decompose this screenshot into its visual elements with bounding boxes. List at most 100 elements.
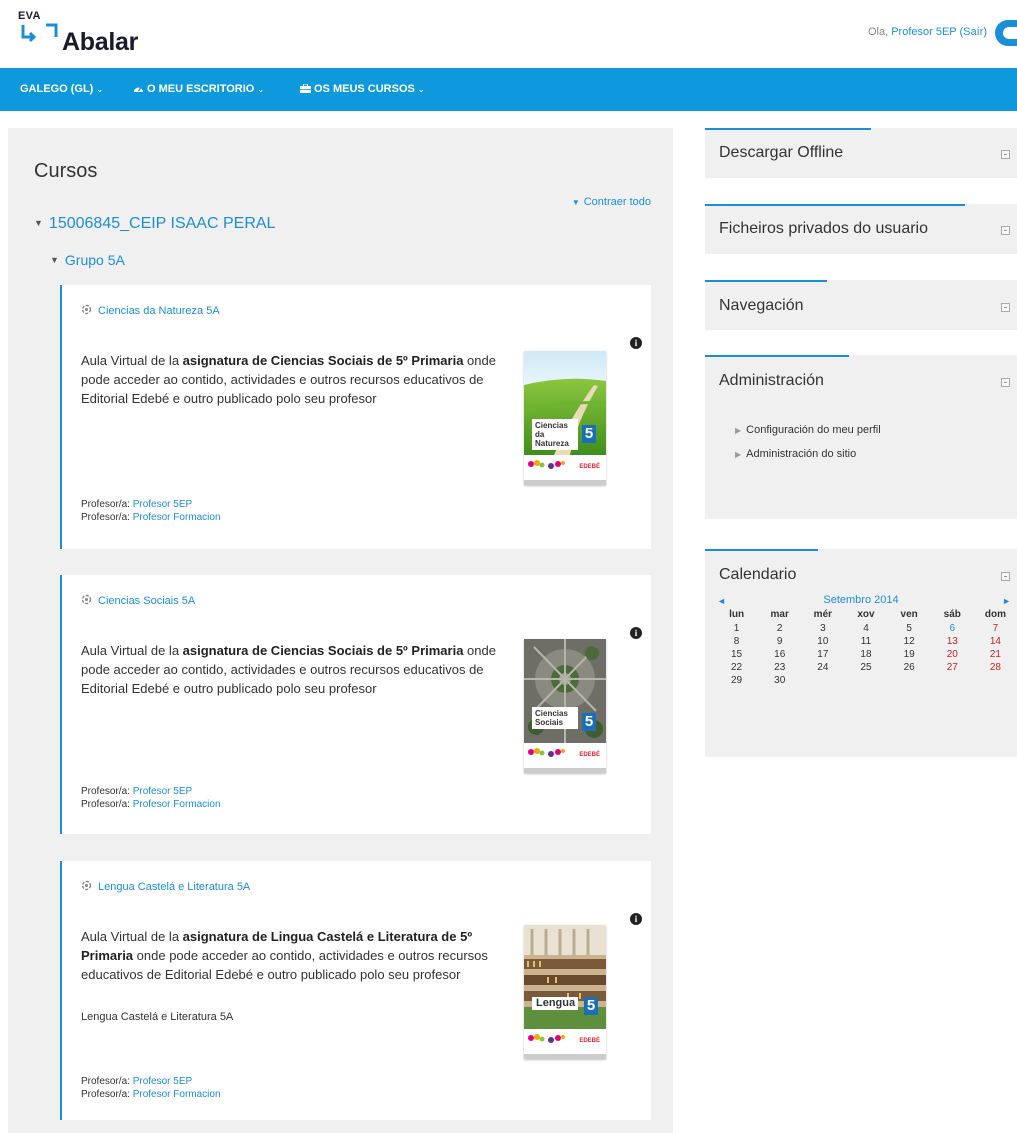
user-profile-link[interactable]: Profesor 5EP <box>891 26 956 38</box>
calendar-day[interactable]: 28 <box>974 661 1017 674</box>
school-category[interactable]: ▼ 15006845_CEIP ISAAC PERAL <box>34 215 275 233</box>
course-title-link[interactable]: Lengua Castelá e Literatura 5A <box>81 880 250 893</box>
calendar-day[interactable]: 16 <box>758 648 801 661</box>
user-avatar[interactable] <box>995 20 1017 46</box>
dock-block-icon[interactable] <box>1001 303 1010 312</box>
calendar-day[interactable]: 14 <box>974 635 1017 648</box>
calendar-empty-cell <box>888 674 931 687</box>
calendar-day[interactable]: 26 <box>888 661 931 674</box>
user-menu: Ola, Profesor 5EP (Saír) <box>868 26 987 38</box>
cover-stripe <box>524 1054 606 1059</box>
calendar-empty-cell <box>974 674 1017 687</box>
caret-right-icon: ▶ <box>735 450 742 459</box>
info-icon[interactable]: i <box>630 913 642 925</box>
course-title: Ciencias Sociais 5A <box>98 595 196 607</box>
calendar-day[interactable]: 1 <box>715 622 758 635</box>
calendar-day[interactable]: 2 <box>758 622 801 635</box>
course-list-region: Cursos ▼ Contraer todo ▼ 15006845_CEIP ISA… <box>8 128 673 1133</box>
block-title: Calendario <box>719 566 797 583</box>
calendar-days: 1 2 3 4 5 6 7 8 9 10 11 12 13 14 15 16 17 18 19 20 21 22 23 24 2… <box>715 622 1017 687</box>
calendar-day[interactable]: 30 <box>758 674 801 687</box>
calendar-day[interactable]: 3 <box>801 622 844 635</box>
calendar-day[interactable]: 4 <box>844 622 887 635</box>
dock-block-icon[interactable] <box>1001 226 1010 235</box>
calendar-week-row: 22 23 24 25 26 27 28 <box>715 661 1017 674</box>
course-cover-image: Ciencias Sociais 5 EDEBÉ <box>524 639 606 773</box>
calendar-day[interactable]: 27 <box>931 661 974 674</box>
cover-footer: EDEBÉ <box>524 455 606 485</box>
teacher-link[interactable]: Profesor 5EP <box>133 786 192 797</box>
dock-block-icon[interactable] <box>1001 572 1010 581</box>
caret-down-icon: ▼ <box>50 255 59 265</box>
course-teachers: Profesor/a: Profesor 5EP Profesor/a: Pro… <box>81 498 221 524</box>
course-cover-image: Ciencias da Natureza 5 EDEBÉ <box>524 351 606 485</box>
calendar-day[interactable]: 19 <box>888 648 931 661</box>
calendar-day[interactable]: 5 <box>888 622 931 635</box>
calendar-day[interactable]: 20 <box>931 648 974 661</box>
tachometer-icon <box>134 86 143 92</box>
info-icon[interactable]: i <box>630 627 642 639</box>
calendar-month: Setembro 2014 <box>823 594 899 606</box>
summary-text: Aula Virtual de la <box>81 353 183 368</box>
my-desk-menu[interactable]: O MEU ESCRITORIO ⌄ <box>133 83 264 95</box>
collapse-all-link[interactable]: ▼ Contraer todo <box>572 196 651 208</box>
block-accent-line <box>705 549 818 551</box>
teacher-link[interactable]: Profesor 5EP <box>133 1076 192 1087</box>
main-navbar: GALEGO (GL) ⌄ O MEU ESCRITORIO ⌄ OS MEUS C… <box>0 68 1017 111</box>
next-month-icon[interactable]: ► <box>1002 596 1011 606</box>
teacher-link[interactable]: Profesor Formacion <box>133 512 221 523</box>
course-card: Lengua Castelá e Literatura 5A i Aula Vi… <box>60 861 651 1120</box>
course-cover-image: Lengua 5 EDEBÉ <box>524 925 606 1059</box>
teacher-label: Profesor/a: <box>81 786 130 797</box>
summary-text: Aula Virtual de la <box>81 929 183 944</box>
teacher-link[interactable]: Profesor Formacion <box>133 799 221 810</box>
teacher-link[interactable]: Profesor 5EP <box>133 499 192 510</box>
logout-link[interactable]: (Saír) <box>960 26 988 38</box>
admin-item-site-admin[interactable]: ▶ Administración do sitio <box>735 448 856 460</box>
language-menu[interactable]: GALEGO (GL) ⌄ <box>20 83 103 95</box>
my-courses-menu[interactable]: OS MEUS CURSOS ⌄ <box>300 83 425 95</box>
calendar-empty-cell <box>931 674 974 687</box>
colour-splash-icon <box>528 1034 565 1043</box>
course-summary: Aula Virtual de la asignatura de Lingua … <box>81 927 513 984</box>
calendar-day[interactable]: 12 <box>888 635 931 648</box>
calendar-week-row: 8 9 10 11 12 13 14 <box>715 635 1017 648</box>
calendar-day[interactable]: 18 <box>844 648 887 661</box>
calendar-day[interactable]: 24 <box>801 661 844 674</box>
briefcase-icon <box>300 83 311 93</box>
calendar-day[interactable]: 29 <box>715 674 758 687</box>
block-title: Navegación <box>719 297 804 314</box>
calendar-day[interactable]: 13 <box>931 635 974 648</box>
calendar-day[interactable]: 22 <box>715 661 758 674</box>
calendar-day[interactable]: 15 <box>715 648 758 661</box>
calendar-day[interactable]: 21 <box>974 648 1017 661</box>
calendar-grid: lun mar mér xov ven sáb dom 1 2 3 4 5 6 7 8 9 10 1… <box>715 607 1017 687</box>
calendar-day[interactable]: 9 <box>758 635 801 648</box>
calendar-day[interactable]: 6 <box>931 622 974 635</box>
calendar-empty-cell <box>801 674 844 687</box>
course-title-link[interactable]: Ciencias da Natureza 5A <box>81 304 220 317</box>
dock-block-icon[interactable] <box>1001 150 1010 159</box>
calendar-day[interactable]: 23 <box>758 661 801 674</box>
group-category[interactable]: ▼ Grupo 5A <box>50 252 125 268</box>
info-icon[interactable]: i <box>630 337 642 349</box>
block-accent-line <box>705 128 871 130</box>
block-private-files: Ficheiros privados do usuario <box>705 204 1017 254</box>
block-accent-line <box>705 204 965 206</box>
site-logo[interactable]: EVA Abalar <box>18 10 158 60</box>
calendar-day[interactable]: 11 <box>844 635 887 648</box>
calendar-day[interactable]: 8 <box>715 635 758 648</box>
calendar-day[interactable]: 17 <box>801 648 844 661</box>
course-icon <box>81 880 92 891</box>
cover-title: Ciencias da Natureza <box>532 419 578 450</box>
admin-item-profile-settings[interactable]: ▶ Configuración do meu perfil <box>735 424 881 436</box>
teacher-link[interactable]: Profesor Formacion <box>133 1089 221 1100</box>
caret-down-icon: ▼ <box>34 218 43 228</box>
course-title-link[interactable]: Ciencias Sociais 5A <box>81 594 195 607</box>
calendar-day[interactable]: 25 <box>844 661 887 674</box>
calendar-day[interactable]: 7 <box>974 622 1017 635</box>
calendar-day[interactable]: 10 <box>801 635 844 648</box>
dock-block-icon[interactable] <box>1001 378 1010 387</box>
calendar-weekday-row: lun mar mér xov ven sáb dom <box>715 607 1017 622</box>
weekday-header: dom <box>984 609 1006 620</box>
